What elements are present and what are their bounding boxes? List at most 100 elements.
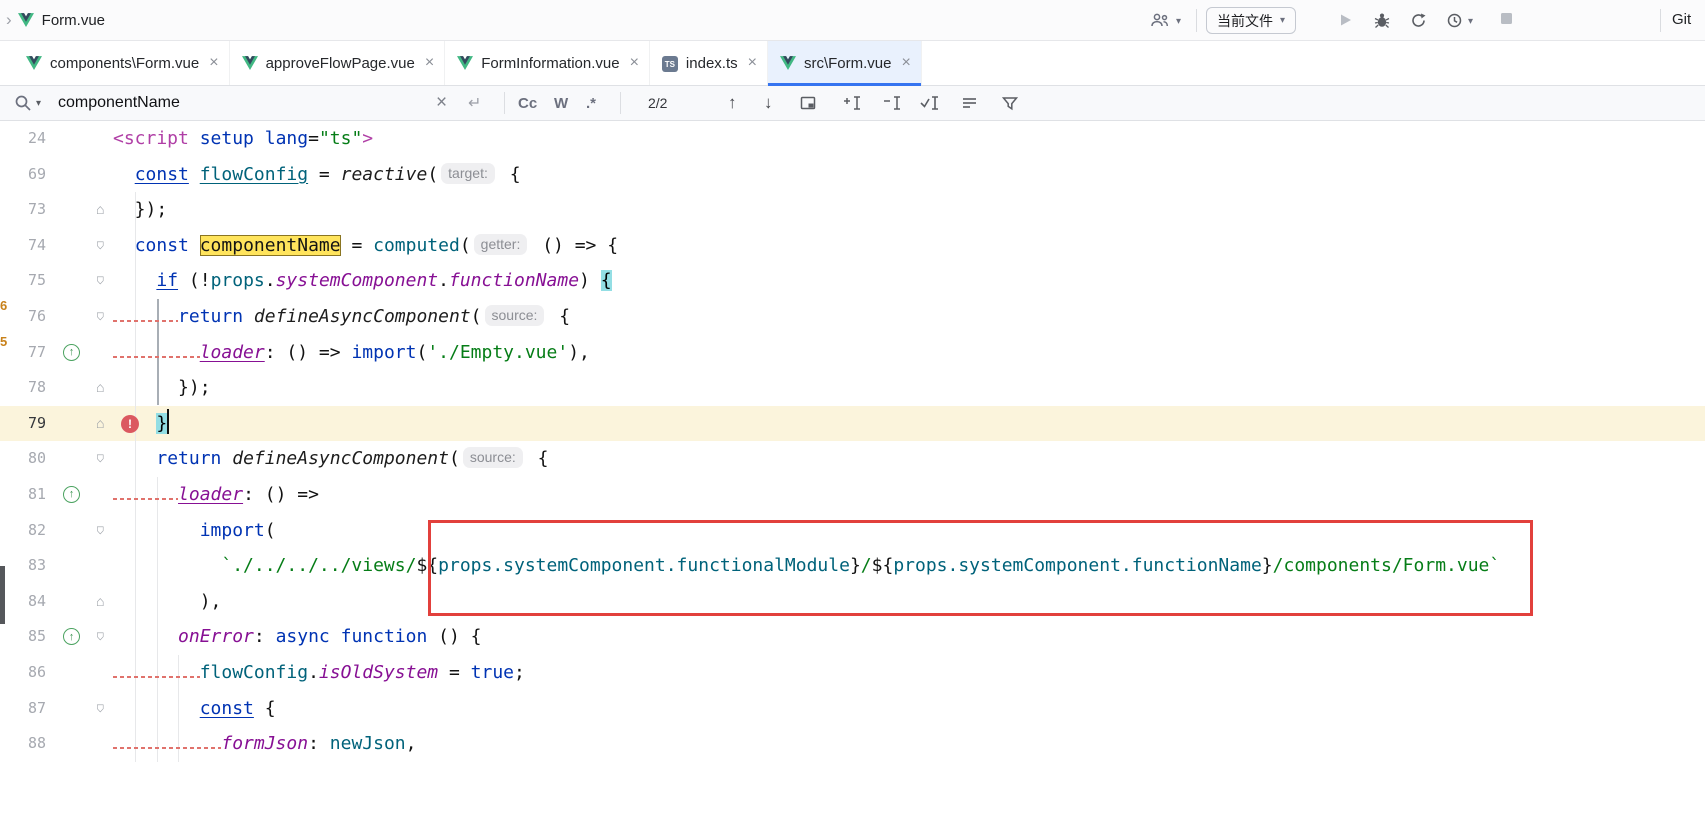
tab-label: approveFlowPage.vue <box>266 55 415 72</box>
code-text[interactable]: ), <box>113 584 1705 620</box>
line-number[interactable]: 87 <box>28 691 46 727</box>
code-text[interactable]: `./../../../views/${props.systemComponen… <box>113 548 1705 584</box>
remove-occurrence-button[interactable] <box>882 86 902 120</box>
line-number[interactable]: 76 <box>28 299 46 335</box>
tab-index-ts[interactable]: TSindex.ts× <box>650 41 768 85</box>
next-occurrence-button[interactable]: ↓ <box>764 86 773 120</box>
code-segment: loader <box>200 342 265 363</box>
code-text[interactable]: const componentName = computed(getter: (… <box>113 228 1705 264</box>
line-number[interactable]: 79 <box>28 406 46 442</box>
code-segment: const <box>200 698 254 719</box>
error-icon[interactable]: ! <box>121 415 139 433</box>
code-text[interactable]: }); <box>113 370 1705 406</box>
fold-start-icon[interactable]: ⌂ <box>96 263 104 299</box>
fold-end-icon[interactable]: ⌂ <box>96 370 104 406</box>
close-tab-icon[interactable]: × <box>901 54 910 72</box>
code-text[interactable]: flowConfig.isOldSystem = true; <box>113 655 1705 691</box>
fold-end-icon[interactable]: ⌂ <box>96 406 104 442</box>
clear-search-icon[interactable]: × <box>436 86 447 120</box>
filter-button[interactable] <box>1002 86 1018 120</box>
code-text[interactable]: <script setup lang="ts"> <box>113 121 1705 157</box>
editor-tab-bar: components\Form.vue× approveFlowPage.vue ×… <box>0 41 1705 86</box>
line-number[interactable]: 81 <box>28 477 46 513</box>
run-config-dropdown[interactable]: 当前文件 ▾ <box>1206 7 1296 34</box>
tab-approveflowpage-vue[interactable]: approveFlowPage.vue × <box>230 41 446 85</box>
tab-src-form-vue[interactable]: src\Form.vue× <box>768 41 922 85</box>
line-number[interactable]: 88 <box>28 726 46 762</box>
debug-button[interactable] <box>1374 12 1390 29</box>
line-number[interactable]: 75 <box>28 263 46 299</box>
code-text[interactable]: loader: () => import('./Empty.vue'), <box>113 335 1705 371</box>
code-text[interactable]: }); <box>113 192 1705 228</box>
inlay-hint[interactable]: source: <box>463 447 523 468</box>
stop-button[interactable] <box>1500 12 1513 25</box>
fold-start-icon[interactable]: ⌂ <box>96 441 104 477</box>
fold-end-icon[interactable]: ⌂ <box>96 584 104 620</box>
line-number[interactable]: 84 <box>28 584 46 620</box>
gutter-arrow-up-icon[interactable]: ↑ <box>63 344 80 361</box>
inlay-hint[interactable]: getter: <box>474 234 528 255</box>
line-number[interactable]: 24 <box>28 121 46 157</box>
code-text[interactable]: const { <box>113 691 1705 727</box>
code-editor[interactable]: 24 <script setup lang="ts"> 69 const flowC… <box>0 121 1705 820</box>
code-text[interactable]: formJson: newJson, <box>113 726 1705 762</box>
line-number[interactable]: 77 <box>28 335 46 371</box>
chevron-down-icon[interactable]: ▾ <box>1176 16 1181 27</box>
fold-start-icon[interactable]: ⌂ <box>96 619 104 655</box>
close-tab-icon[interactable]: × <box>630 54 639 72</box>
close-tab-icon[interactable]: × <box>748 54 757 72</box>
match-case-toggle[interactable]: Cc <box>518 86 537 120</box>
fold-start-icon[interactable]: ⌂ <box>96 513 104 549</box>
tab-forminformation-vue[interactable]: FormInformation.vue× <box>445 41 650 85</box>
chevron-down-icon[interactable]: ▾ <box>1468 16 1473 27</box>
line-number[interactable]: 74 <box>28 228 46 264</box>
open-results-button[interactable] <box>800 86 816 120</box>
code-segment: = <box>341 235 374 256</box>
code-text[interactable]: return defineAsyncComponent(source: { <box>113 299 1705 335</box>
code-text[interactable]: const flowConfig = reactive(target: { <box>113 157 1705 193</box>
code-text[interactable]: if (!props.systemComponent.functionName)… <box>113 263 1705 299</box>
code-text[interactable]: return defineAsyncComponent(source: { <box>113 441 1705 477</box>
fold-end-icon[interactable]: ⌂ <box>96 192 104 228</box>
code-text[interactable]: onError: async function () { <box>113 619 1705 655</box>
line-number[interactable]: 85 <box>28 619 46 655</box>
line-number[interactable]: 80 <box>28 441 46 477</box>
search-icon[interactable] <box>14 86 32 120</box>
gutter-arrow-up-icon[interactable]: ↑ <box>63 628 80 645</box>
words-toggle[interactable]: W <box>554 86 568 120</box>
search-history-chevron-icon[interactable]: ▾ <box>36 86 41 120</box>
line-number[interactable]: 82 <box>28 513 46 549</box>
code-with-me-users-icon[interactable] <box>1150 12 1170 28</box>
select-all-occurrences-button[interactable] <box>920 86 940 120</box>
profiler-clock-icon[interactable] <box>1446 12 1463 29</box>
tab-components-form-vue[interactable]: components\Form.vue× <box>14 41 230 85</box>
inlay-hint[interactable]: target: <box>441 163 495 184</box>
coverage-rerun-icon[interactable] <box>1410 12 1427 29</box>
previous-occurrence-button[interactable]: ↑ <box>728 86 737 120</box>
code-line-79: 79 ⌂! } <box>0 406 1705 442</box>
close-tab-icon[interactable]: × <box>209 54 218 72</box>
new-line-icon[interactable]: ↵ <box>468 86 481 120</box>
gutter: 75 ⌂ <box>0 263 113 299</box>
code-text[interactable]: } <box>113 406 1705 442</box>
line-number[interactable]: 78 <box>28 370 46 406</box>
add-occurrence-button[interactable] <box>842 86 862 120</box>
fold-start-icon[interactable]: ⌂ <box>96 228 104 264</box>
search-options-button[interactable] <box>962 86 978 120</box>
fold-start-icon[interactable]: ⌂ <box>96 691 104 727</box>
line-number[interactable]: 86 <box>28 655 46 691</box>
search-input[interactable]: componentName <box>58 86 180 120</box>
fold-start-icon[interactable]: ⌂ <box>96 299 104 335</box>
code-text[interactable]: loader: () => <box>113 477 1705 513</box>
git-widget[interactable]: Git <box>1672 11 1691 28</box>
close-tab-icon[interactable]: × <box>425 54 434 72</box>
gutter-arrow-up-icon[interactable]: ↑ <box>63 486 80 503</box>
code-text[interactable]: import( <box>113 513 1705 549</box>
code-line-81: 81 ↑ loader: () => <box>0 477 1705 513</box>
run-button[interactable] <box>1338 12 1353 28</box>
line-number[interactable]: 73 <box>28 192 46 228</box>
regex-toggle[interactable]: .* <box>586 86 596 120</box>
line-number[interactable]: 69 <box>28 157 46 193</box>
line-number[interactable]: 83 <box>28 548 46 584</box>
inlay-hint[interactable]: source: <box>485 305 545 326</box>
